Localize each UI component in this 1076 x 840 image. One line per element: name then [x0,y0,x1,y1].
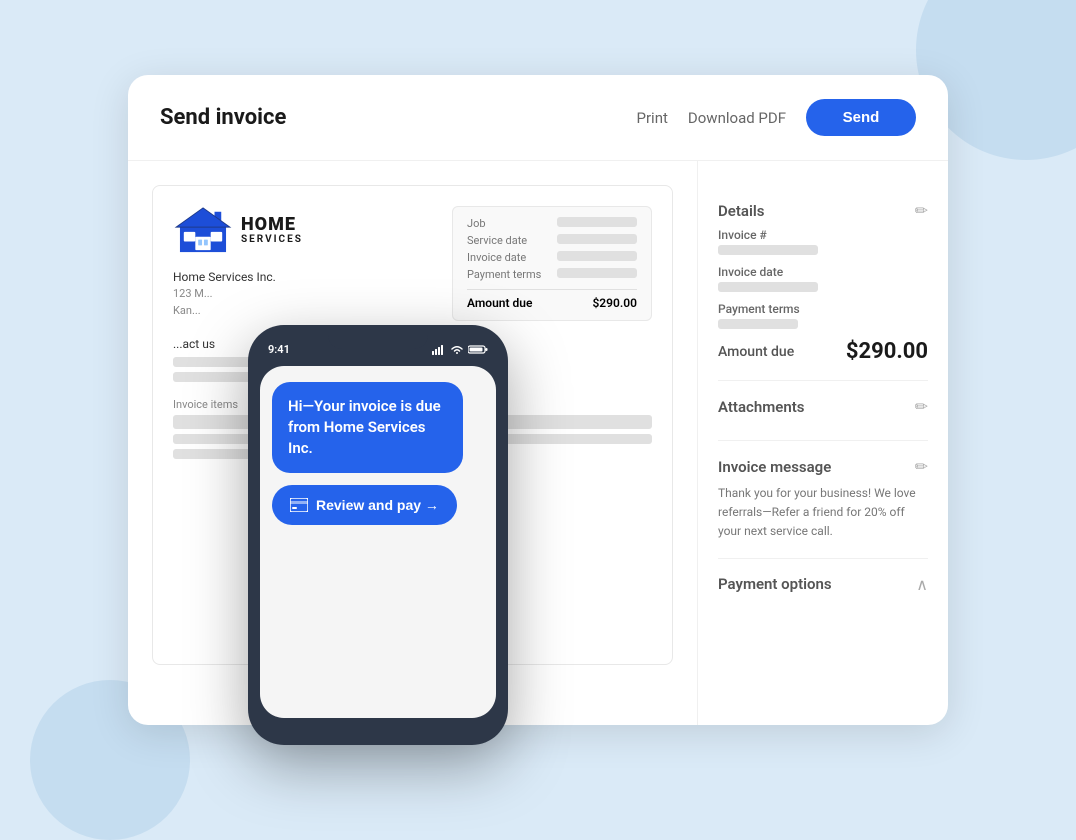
job-label: Job [467,217,486,230]
logo-services-text: SERVICES [241,234,303,245]
phone-time: 9:41 [268,343,290,356]
inv-row-invoice-date: Invoice date [467,251,637,264]
payment-options-chevron-icon[interactable]: ∧ [916,575,928,594]
main-card: Send invoice Print Download PDF Send [128,75,948,725]
inv-row-service-date: Service date [467,234,637,247]
card-header: Send invoice Print Download PDF Send [128,75,948,161]
phone-screen: Hi—Your invoice is due from Home Service… [260,366,496,718]
details-edit-icon[interactable]: ✏ [915,201,928,220]
phone-notch [328,325,428,349]
phone-shell: 9:41 [248,325,508,745]
wifi-icon [450,344,464,355]
payment-terms-label: Payment terms [467,268,541,281]
invoice-date-label: Invoice date [467,251,526,264]
invoice-message-body: Thank you for your business! We love ref… [718,484,928,542]
amount-due-label: Amount due [718,344,794,360]
invoice-date-value [718,282,818,292]
invoice-message-title: Invoice message [718,458,831,476]
amount-due-label-inv: Amount due [467,296,532,310]
logo-text: HOME SERVICES [241,215,303,246]
service-date-value [557,234,637,244]
card-icon [290,498,308,512]
invoice-message-edit-icon[interactable]: ✏ [915,457,928,476]
company-address: 123 M... Kan... [173,286,436,319]
company-info: Home Services Inc. 123 M... Kan... [173,270,436,319]
invoice-details-box: Job Service date Invoice date Payme [452,206,652,321]
right-panel: Details ✏ Invoice # Invoice date Payment… [698,161,948,725]
review-and-pay-button[interactable]: Review and pay → [272,485,457,525]
attachments-edit-icon[interactable]: ✏ [915,397,928,416]
attachments-header: Attachments ✏ [718,397,928,416]
home-logo-icon [173,206,233,254]
status-icons [432,344,488,355]
invoice-date-label: Invoice date [718,265,928,279]
battery-icon [468,344,488,355]
invoice-preview: HOME SERVICES Home Services Inc. 123 M..… [128,161,698,725]
chat-notification-bubble: Hi—Your invoice is due from Home Service… [272,382,463,473]
phone-mockup: 9:41 [248,325,508,745]
review-pay-label: Review and pay → [316,497,439,513]
job-value [557,217,637,227]
credit-card-icon [290,498,308,512]
download-pdf-button[interactable]: Download PDF [688,109,786,127]
company-name: Home Services Inc. [173,270,436,284]
invoice-date-row: Invoice date [718,265,928,292]
invoice-date-value [557,251,637,261]
payment-terms-value [557,268,637,278]
payment-options-header: Payment options ∧ [718,575,928,594]
details-section: Details ✏ Invoice # Invoice date Payment… [718,185,928,381]
page-title: Send invoice [160,105,617,130]
payment-options-title: Payment options [718,575,832,593]
amount-due-row: Amount due $290.00 [718,339,928,364]
signal-icon [432,344,446,355]
payment-terms-row: Payment terms [718,302,928,329]
inv-row-job: Job [467,217,637,230]
payment-terms-label: Payment terms [718,302,928,316]
amount-due-value: $290.00 [846,339,928,364]
company-logo: HOME SERVICES [173,206,436,254]
details-header: Details ✏ [718,201,928,220]
logo-home-text: HOME [241,215,303,235]
invoice-number-label: Invoice # [718,228,928,242]
send-button[interactable]: Send [806,99,916,136]
invoice-number-value [718,245,818,255]
payment-options-section: Payment options ∧ [718,559,928,618]
attachments-section: Attachments ✏ [718,381,928,441]
invoice-top-row: HOME SERVICES Home Services Inc. 123 M..… [173,206,652,321]
print-button[interactable]: Print [637,109,668,127]
invoice-message-header: Invoice message ✏ [718,457,928,476]
amount-due-value-inv: $290.00 [592,296,637,310]
service-date-label: Service date [467,234,527,247]
addr-line1: 123 M... [173,287,213,300]
inv-row-payment-terms: Payment terms [467,268,637,281]
payment-terms-value [718,319,798,329]
addr-line2: Kan... [173,304,201,317]
invoice-message-section: Invoice message ✏ Thank you for your bus… [718,441,928,559]
inv-amount-row: Amount due $290.00 [467,289,637,310]
invoice-number-row: Invoice # [718,228,928,255]
card-body: HOME SERVICES Home Services Inc. 123 M..… [128,161,948,725]
notification-message: Hi—Your invoice is due from Home Service… [288,397,441,457]
attachments-title: Attachments [718,398,804,416]
details-title: Details [718,202,764,220]
